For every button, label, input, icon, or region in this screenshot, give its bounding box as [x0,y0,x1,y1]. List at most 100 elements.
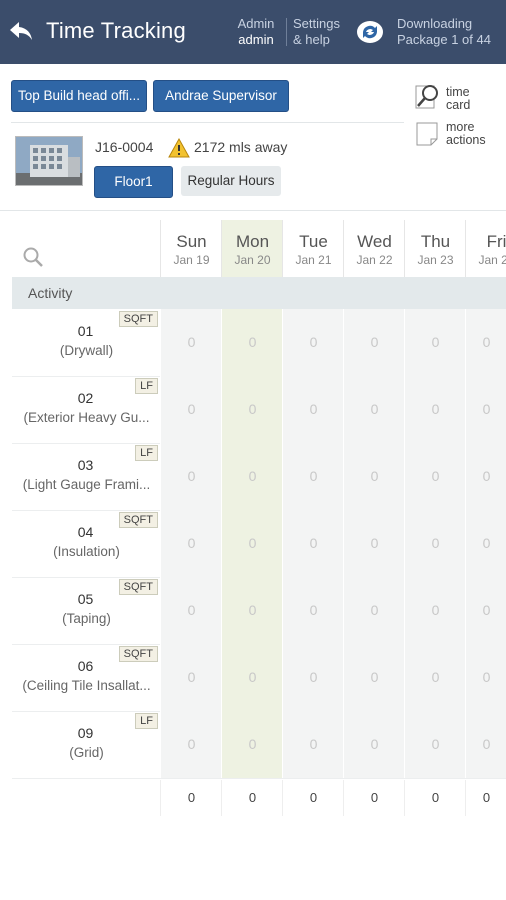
back-arrow-icon[interactable] [8,18,34,44]
hours-cell[interactable]: 0 [282,577,344,644]
hours-cell[interactable]: 0 [465,309,506,376]
activity-label[interactable]: LF 02 (Exterior Heavy Gu... [12,376,159,443]
divider [0,210,506,211]
hours-cell[interactable]: 0 [160,711,222,778]
day-name: Fri [486,232,506,251]
hours-cell[interactable]: 0 [160,510,222,577]
day-total: 0 [404,780,466,816]
hours-cell[interactable]: 0 [465,577,506,644]
user-name: admin [238,32,274,47]
activity-row[interactable]: LF 02 (Exterior Heavy Gu... 0 0 0 0 0 0 [12,376,506,444]
totals-row: 000000 [12,780,506,816]
activity-row[interactable]: SQFT 05 (Taping) 0 0 0 0 0 0 [12,577,506,645]
activity-name: (Grid) [69,745,104,760]
hours-cell[interactable]: 0 [282,376,344,443]
hours-cell[interactable]: 0 [160,443,222,510]
hours-type-selector-button[interactable]: Regular Hours [181,166,281,196]
supervisor-selector-button[interactable]: Andrae Supervisor [153,80,289,112]
page-title: Time Tracking [46,18,186,43]
activity-label[interactable]: SQFT 04 (Insulation) [12,510,159,577]
hours-cell[interactable]: 0 [160,376,222,443]
activity-code: 03 [77,457,94,473]
day-header-wed[interactable]: Wed Jan 22 [343,220,405,277]
warning-icon [168,138,190,158]
hours-cell[interactable]: 0 [282,309,344,376]
hours-cell[interactable]: 0 [221,644,283,711]
hours-cell[interactable]: 0 [282,443,344,510]
hours-cell[interactable]: 0 [343,711,405,778]
hours-cell[interactable]: 0 [404,644,466,711]
day-total: 0 [221,780,283,816]
more-actions-button[interactable]: more actions [446,121,486,147]
hours-cell[interactable]: 0 [465,443,506,510]
hours-cell[interactable]: 0 [221,309,283,376]
hours-cell[interactable]: 0 [160,644,222,711]
search-icon[interactable] [22,246,44,268]
settings-label: Settings [293,16,340,31]
more-actions-icon[interactable] [415,121,439,147]
hours-cell[interactable]: 0 [404,376,466,443]
hours-cell[interactable]: 0 [465,376,506,443]
time-card-icon[interactable] [415,83,441,111]
day-name: Tue [299,232,328,251]
hours-cell[interactable]: 0 [160,577,222,644]
hours-cell[interactable]: 0 [221,376,283,443]
activity-row[interactable]: LF 03 (Light Gauge Frami... 0 0 0 0 0 0 [12,443,506,511]
hours-cell[interactable]: 0 [221,443,283,510]
activity-header-label: Activity [28,285,73,301]
hours-cell[interactable]: 0 [221,711,283,778]
hours-cell[interactable]: 0 [343,376,405,443]
day-header-fri[interactable]: Fri Jan 24 [465,220,506,277]
hours-cell[interactable]: 0 [282,510,344,577]
hours-cell[interactable]: 0 [221,510,283,577]
activity-label[interactable]: LF 03 (Light Gauge Frami... [12,443,159,510]
floor-selector-button[interactable]: Floor1 [94,166,173,198]
hours-cell[interactable]: 0 [221,577,283,644]
hours-cell[interactable]: 0 [343,443,405,510]
hours-cell[interactable]: 0 [465,510,506,577]
sync-icon[interactable] [356,20,384,44]
hours-cell[interactable]: 0 [343,309,405,376]
day-header-thu[interactable]: Thu Jan 23 [404,220,466,277]
activity-row[interactable]: LF 09 (Grid) 0 0 0 0 0 0 [12,711,506,779]
download-status-line2: Package 1 of 44 [397,32,491,47]
activity-label[interactable]: LF 09 (Grid) [12,711,159,778]
settings-help-button[interactable]: Settings & help [293,16,340,48]
hours-cell[interactable]: 0 [160,309,222,376]
user-label: Admin [237,16,275,31]
activity-code: 04 [77,524,94,540]
app-header: Time Tracking Admin admin Settings & hel… [0,0,506,64]
job-code: J16-0004 [95,139,154,155]
hours-cell[interactable]: 0 [343,510,405,577]
hours-cell[interactable]: 0 [282,644,344,711]
activity-name: (Insulation) [53,544,120,559]
site-selector-button[interactable]: Top Build head offi... [11,80,147,112]
activity-name: (Light Gauge Frami... [22,477,151,492]
hours-cell[interactable]: 0 [404,577,466,644]
hours-cell[interactable]: 0 [465,711,506,778]
user-menu[interactable]: Admin admin [232,16,280,48]
day-header-tue[interactable]: Tue Jan 21 [282,220,344,277]
activity-label[interactable]: SQFT 01 (Drywall) [12,309,159,376]
hours-cell[interactable]: 0 [404,443,466,510]
hours-cell[interactable]: 0 [282,711,344,778]
activity-row[interactable]: SQFT 04 (Insulation) 0 0 0 0 0 0 [12,510,506,578]
activity-label[interactable]: SQFT 06 (Ceiling Tile Insallat... [12,644,159,711]
activity-code: 06 [77,658,94,674]
activity-row[interactable]: SQFT 06 (Ceiling Tile Insallat... 0 0 0 0 0 0 [12,644,506,712]
activity-row[interactable]: SQFT 01 (Drywall) 0 0 0 0 0 0 [12,309,506,377]
hours-cell[interactable]: 0 [343,577,405,644]
day-header-sun[interactable]: Sun Jan 19 [160,220,222,277]
day-header-mon[interactable]: Mon Jan 20 [221,220,283,277]
hours-cell[interactable]: 0 [465,644,506,711]
hours-cell[interactable]: 0 [343,644,405,711]
time-card-button[interactable]: time card [446,86,470,112]
more-actions-label-2: actions [446,133,486,147]
day-name: Sun [176,232,207,251]
activity-label[interactable]: SQFT 05 (Taping) [12,577,159,644]
hours-cell[interactable]: 0 [404,510,466,577]
hours-cell[interactable]: 0 [404,711,466,778]
day-total: 0 [465,780,506,816]
activity-code: 02 [77,390,94,406]
hours-cell[interactable]: 0 [404,309,466,376]
